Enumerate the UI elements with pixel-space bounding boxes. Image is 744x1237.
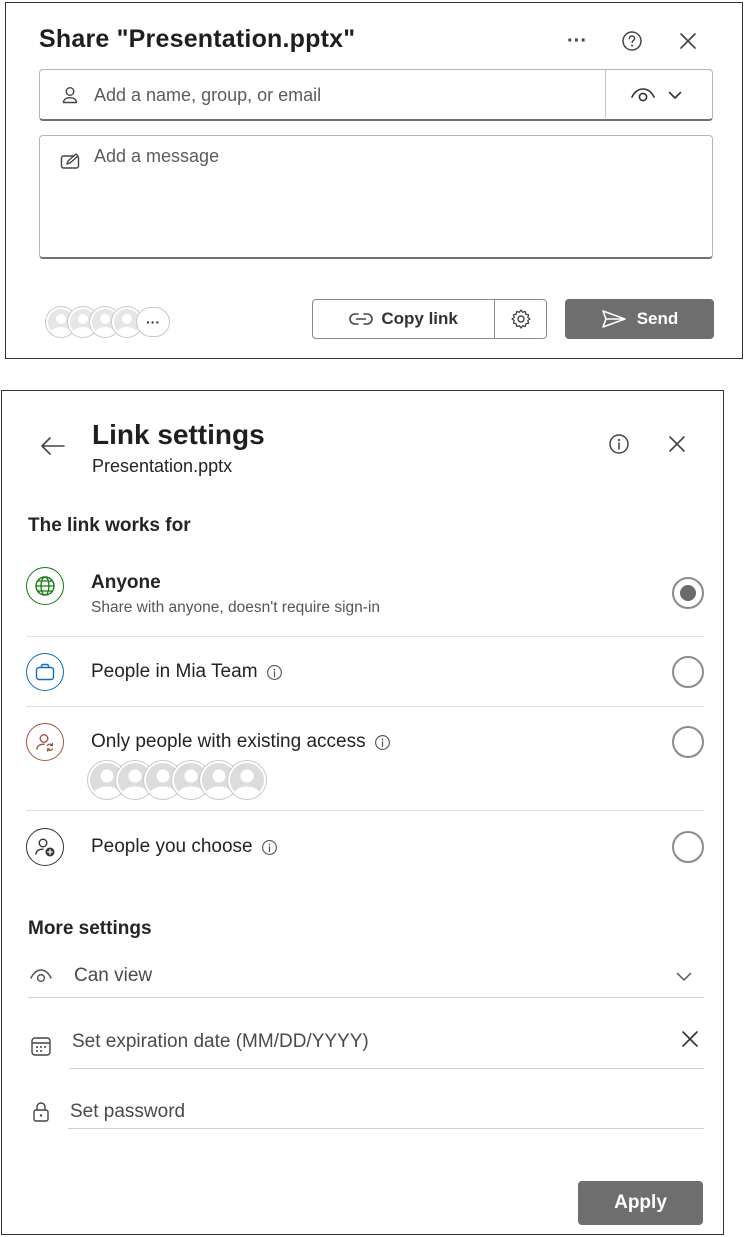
chevron-down-icon	[674, 967, 694, 987]
option-organization[interactable]: People in Mia Team	[26, 653, 704, 693]
expiration-date-row	[28, 1021, 704, 1071]
link-settings-info-button[interactable]	[606, 431, 632, 457]
arrow-left-icon	[41, 437, 65, 455]
permission-select[interactable]: Can view	[28, 957, 704, 998]
option-existing-access[interactable]: Only people with existing access	[26, 723, 704, 803]
clear-date-button[interactable]	[678, 1027, 702, 1051]
send-button[interactable]: Send	[565, 299, 714, 339]
option-anyone[interactable]: Anyone Share with anyone, doesn't requir…	[26, 567, 704, 627]
close-icon	[680, 33, 696, 49]
edit-message-icon	[60, 153, 80, 169]
more-people-button[interactable]: ···	[136, 307, 170, 337]
briefcase-icon	[26, 653, 64, 691]
option-specific-people-label: People you choose	[91, 836, 278, 858]
option-anyone-label: Anyone	[91, 572, 161, 593]
permission-value: Can view	[74, 965, 153, 986]
permission-dropdown[interactable]	[620, 80, 700, 110]
message-field[interactable]	[39, 135, 713, 259]
option-existing-access-text: Only people with existing access	[91, 731, 366, 752]
info-icon	[609, 434, 629, 454]
link-settings-button[interactable]	[494, 300, 546, 338]
copy-link-button[interactable]: Copy link	[313, 300, 494, 338]
eye-icon	[28, 963, 54, 989]
close-icon	[682, 1031, 698, 1047]
existing-access-avatars[interactable]	[88, 761, 273, 801]
eye-icon	[631, 88, 655, 102]
option-specific-people-text: People you choose	[91, 836, 253, 857]
share-dialog-title: Share "Presentation.pptx"	[39, 25, 356, 53]
divider	[26, 810, 704, 811]
password-input[interactable]	[70, 1097, 670, 1127]
question-circle-icon	[622, 31, 642, 51]
send-icon	[601, 310, 626, 328]
apply-button[interactable]: Apply	[578, 1181, 703, 1225]
info-icon[interactable]	[266, 664, 283, 681]
divider	[26, 636, 704, 637]
person-add-icon	[26, 828, 64, 866]
gear-icon	[510, 309, 531, 329]
divider	[70, 1068, 704, 1069]
info-icon[interactable]	[374, 734, 391, 751]
more-settings-heading: More settings	[28, 918, 152, 939]
expiration-date-input[interactable]	[72, 1027, 632, 1057]
avatar	[228, 761, 266, 799]
option-specific-people[interactable]: People you choose	[26, 828, 704, 868]
permission-divider	[605, 70, 606, 118]
option-existing-access-label: Only people with existing access	[91, 731, 391, 753]
chevron-down-icon	[668, 91, 682, 99]
lock-icon	[28, 1099, 54, 1125]
shared-with-avatars[interactable]: ···	[46, 307, 176, 337]
link-settings-title: Link settings	[92, 419, 265, 450]
person-icon	[62, 87, 78, 104]
divider	[68, 1128, 704, 1129]
more-horizontal-icon: ···	[567, 29, 587, 52]
recipient-input[interactable]	[94, 78, 594, 112]
globe-icon	[26, 567, 64, 605]
option-anyone-description: Share with anyone, doesn't require sign-…	[91, 599, 381, 616]
copy-link-label: Copy link	[381, 309, 458, 328]
link-icon	[349, 313, 374, 325]
send-label: Send	[636, 309, 679, 328]
link-settings-filename: Presentation.pptx	[92, 456, 233, 476]
close-share-button[interactable]	[674, 27, 702, 55]
copy-link-group: Copy link	[312, 299, 547, 339]
recipient-field[interactable]	[39, 69, 713, 121]
option-organization-radio[interactable]	[672, 656, 704, 688]
back-button[interactable]	[38, 431, 68, 461]
person-sync-icon	[26, 723, 64, 761]
divider	[26, 706, 704, 707]
calendar-icon	[28, 1033, 54, 1059]
message-input[interactable]	[94, 146, 694, 246]
share-dialog: Share "Presentation.pptx" ··· ··· Copy l…	[5, 2, 743, 359]
option-organization-label: People in Mia Team	[91, 661, 283, 683]
password-row	[28, 1095, 704, 1135]
person-avatar-icon	[232, 769, 262, 797]
option-existing-access-radio[interactable]	[672, 726, 704, 758]
more-options-button[interactable]: ···	[562, 27, 592, 55]
help-button[interactable]	[618, 27, 646, 55]
info-icon[interactable]	[261, 839, 278, 856]
option-organization-text: People in Mia Team	[91, 661, 258, 682]
divider	[28, 997, 704, 998]
close-link-settings-button[interactable]	[664, 431, 690, 457]
option-specific-people-radio[interactable]	[672, 831, 704, 863]
close-icon	[669, 436, 685, 452]
option-anyone-radio[interactable]	[672, 577, 704, 609]
link-works-for-heading: The link works for	[28, 515, 191, 536]
link-settings-dialog: Link settings Presentation.pptx The link…	[1, 390, 724, 1235]
